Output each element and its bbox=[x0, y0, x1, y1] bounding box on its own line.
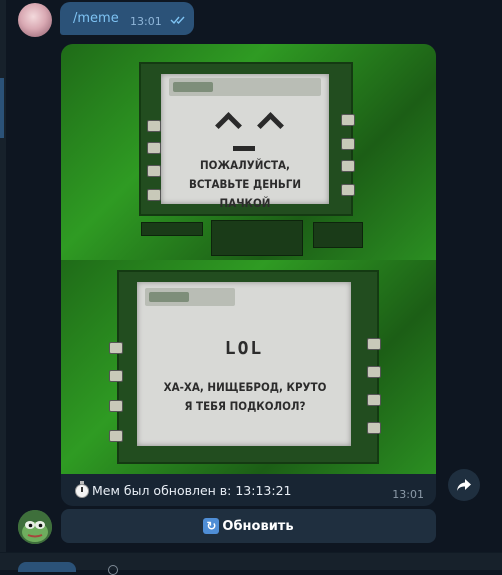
atm-key bbox=[367, 394, 381, 406]
refresh-icon: ↻ bbox=[203, 518, 220, 534]
outgoing-message[interactable]: /meme 13:01 bbox=[60, 2, 194, 35]
atm-key bbox=[147, 165, 161, 177]
attach-icon[interactable] bbox=[108, 565, 118, 575]
bot-avatar[interactable] bbox=[18, 510, 52, 544]
meme-message[interactable]: ПОЖАЛУЙСТА, ВСТАВЬТЕ ДЕНЬГИ ПАЧКОЙ LOL Х… bbox=[61, 44, 436, 506]
meme-image-bottom[interactable]: LOL ХА-ХА, НИЩЕБРОД, КРУТО Я ТЕБЯ ПОДКОЛ… bbox=[61, 260, 436, 474]
menu-button[interactable] bbox=[18, 562, 76, 572]
bank-logo bbox=[145, 288, 235, 306]
meme-text-top: ПОЖАЛУЙСТА, ВСТАВЬТЕ ДЕНЬГИ ПАЧКОЙ bbox=[188, 158, 302, 210]
receipt-slot bbox=[313, 222, 363, 248]
caption-text: Мем был обновлен в: 13:13:21 bbox=[92, 483, 292, 498]
atm-key bbox=[109, 400, 123, 412]
double-check-icon bbox=[170, 16, 185, 25]
card-slot bbox=[141, 222, 203, 236]
atm-key bbox=[367, 366, 381, 378]
atm-key bbox=[109, 370, 123, 382]
bank-logo bbox=[169, 78, 321, 96]
atm-key bbox=[367, 338, 381, 350]
atm-key bbox=[147, 189, 161, 201]
meme-caption: Мем был обновлен в: 13:13:21 bbox=[75, 480, 292, 498]
atm-screen bbox=[137, 282, 351, 446]
frog-avatar-icon bbox=[18, 510, 52, 544]
stopwatch-icon bbox=[75, 480, 89, 498]
atm-key bbox=[367, 422, 381, 434]
cash-slot bbox=[211, 220, 303, 256]
message-time: 13:01 bbox=[392, 488, 424, 501]
meme-text-bottom: ХА-ХА, НИЩЕБРОД, КРУТО Я ТЕБЯ ПОДКОЛОЛ? bbox=[163, 380, 327, 413]
atm-key bbox=[341, 184, 355, 196]
atm-key bbox=[109, 430, 123, 442]
refresh-button-label: Обновить bbox=[222, 518, 294, 534]
scroll-marker bbox=[0, 78, 4, 138]
composer-bar[interactable] bbox=[0, 552, 502, 575]
atm-key bbox=[147, 120, 161, 132]
share-icon bbox=[457, 479, 471, 491]
atm-key bbox=[341, 114, 355, 126]
message-time: 13:01 bbox=[130, 15, 162, 28]
atm-key bbox=[109, 342, 123, 354]
user-avatar[interactable] bbox=[18, 3, 52, 37]
atm-key bbox=[147, 142, 161, 154]
mouth bbox=[233, 146, 255, 151]
chat-list-edge bbox=[0, 0, 6, 569]
atm-key bbox=[341, 138, 355, 150]
meme-title-bottom: LOL bbox=[224, 338, 264, 359]
refresh-button[interactable]: ↻ Обновить bbox=[61, 509, 436, 543]
share-button[interactable] bbox=[448, 469, 480, 501]
command-text[interactable]: /meme bbox=[73, 11, 119, 26]
meme-image-top[interactable]: ПОЖАЛУЙСТА, ВСТАВЬТЕ ДЕНЬГИ ПАЧКОЙ bbox=[61, 44, 436, 260]
atm-key bbox=[341, 160, 355, 172]
